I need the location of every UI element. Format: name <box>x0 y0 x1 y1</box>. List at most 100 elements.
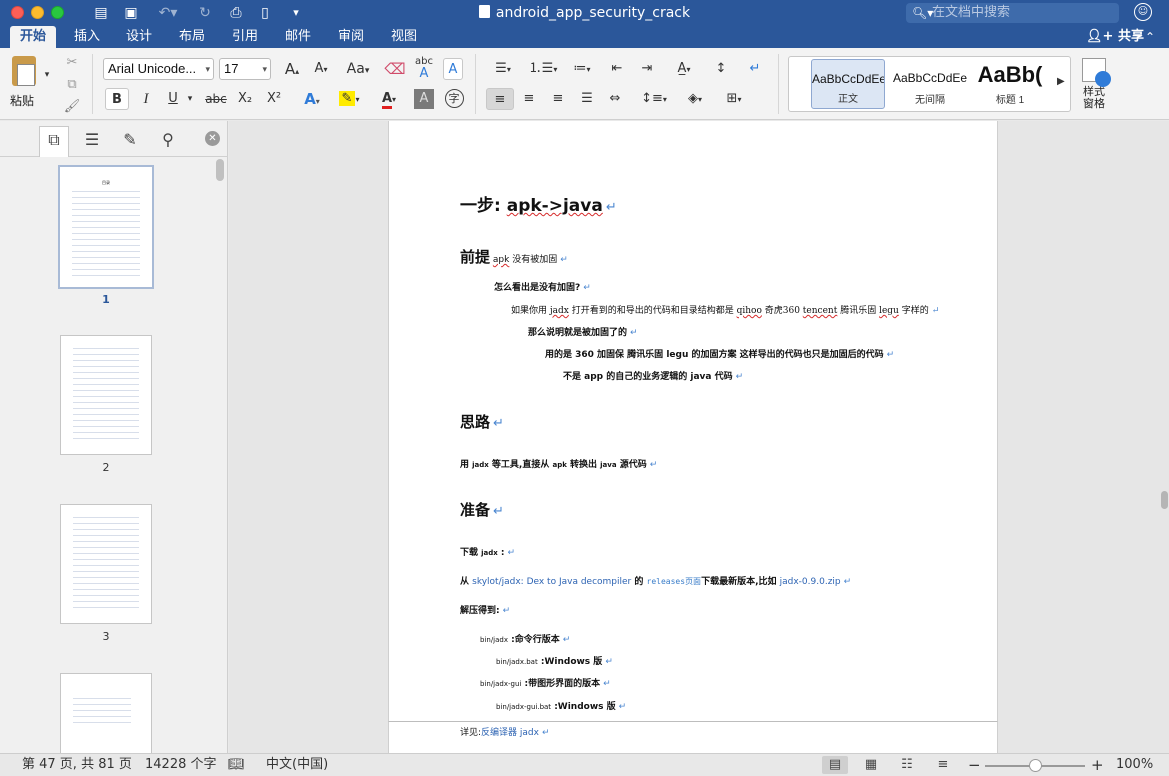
multilevel-list-icon[interactable]: ≔▾ <box>566 58 598 80</box>
tab-home[interactable]: 开始 <box>10 26 56 48</box>
underline-dropdown-icon[interactable]: ▾ <box>184 88 196 110</box>
chevron-down-icon: ▾ <box>553 65 558 74</box>
font-size-select[interactable]: 17 ▾ <box>219 58 271 80</box>
sort-icon[interactable]: A̲▾ <box>666 58 702 80</box>
page-thumbnail-4[interactable] <box>60 673 152 753</box>
tab-insert[interactable]: 插入 <box>66 26 108 48</box>
tab-layout[interactable]: 布局 <box>171 26 213 48</box>
thumbnails-icon[interactable]: ⧉ <box>39 126 69 157</box>
doc-line: 如果你用 jadx 打开看到的和导出的代码和目录结构都是 qihoo 奇虎360… <box>511 304 939 318</box>
line-text: 详见: <box>460 728 482 738</box>
font-name-select[interactable]: Arial Unicode... ▾ <box>103 58 214 80</box>
character-shading-icon[interactable]: A <box>414 89 434 109</box>
italic-button[interactable]: I <box>135 88 157 110</box>
styles-more-icon[interactable]: ▶ <box>1057 76 1065 87</box>
text-box-icon[interactable]: A <box>443 58 463 80</box>
page-thumbnail-1[interactable]: 目录 <box>58 165 154 289</box>
word-count[interactable]: 14228 个字 <box>145 754 217 776</box>
document-scrollbar[interactable] <box>1161 491 1168 509</box>
draft-view-icon[interactable]: ≡ <box>930 756 956 774</box>
increase-indent-icon[interactable]: ⇥ <box>634 58 660 80</box>
tab-design[interactable]: 设计 <box>118 26 160 48</box>
bullets-icon[interactable]: ☰▾ <box>484 58 522 80</box>
share-button[interactable]: 👤︎+ 共享 <box>1086 26 1144 48</box>
tab-view[interactable]: 视图 <box>383 26 425 48</box>
shading-icon[interactable]: ◈▾ <box>678 88 712 110</box>
paste-icon[interactable] <box>12 56 36 86</box>
numbering-icon[interactable]: ⒈☰▾ <box>524 58 562 80</box>
shrink-font-button[interactable]: A▾ <box>308 58 334 80</box>
underline-button[interactable]: U <box>162 88 184 110</box>
text-effects-icon[interactable]: A▾ <box>296 88 328 110</box>
search-input[interactable]: 🔍︎▾ 在文档中搜索 <box>906 3 1119 23</box>
zoom-level[interactable]: 100% <box>1116 754 1153 776</box>
line-text: 的 <box>631 577 647 587</box>
copy-icon[interactable]: ⧉ <box>62 74 82 96</box>
tab-references[interactable]: 引用 <box>224 26 266 48</box>
page-count[interactable]: 第 47 页, 共 81 页 <box>22 754 132 776</box>
page-thumbnail-2[interactable] <box>60 335 152 455</box>
sort-az-icon[interactable]: ↕ <box>708 58 734 80</box>
document-area: 一步: apk->java ↵ 前提 apk 没有被加固 ↵ 怎么看出是没有加固? ↵… <box>229 121 1169 753</box>
collapse-ribbon-icon[interactable]: ⌃ <box>1145 26 1155 48</box>
superscript-button[interactable]: X² <box>262 88 286 110</box>
jadx-zip-link[interactable]: jadx-0.9.0.zip <box>780 577 841 587</box>
borders-icon[interactable]: ⊞▾ <box>716 88 752 110</box>
zoom-slider-thumb[interactable] <box>1029 759 1042 772</box>
align-right-button[interactable]: ≡ <box>545 88 571 110</box>
style-no-spacing[interactable]: AaBbCcDdEe 无间隔 <box>893 59 967 109</box>
navigation-pane: ⧉ ☰ ✎ ⚲ ✕ 目录 1 2 3 <box>0 121 228 753</box>
premise-text-rest: 没有被加固 <box>509 255 558 265</box>
page-thumbnail-3[interactable] <box>60 504 152 624</box>
phonetic-guide-icon[interactable]: 字 <box>442 88 466 110</box>
heading-step-text: 一步: <box>460 196 507 216</box>
thumbnail-lines <box>73 517 106 613</box>
styles-pane-button[interactable]: 样式 窗格 <box>1076 58 1112 110</box>
feedback-smiley-icon[interactable]: ☺ <box>1134 3 1152 21</box>
jadx-article-link[interactable]: 反编译器 jadx <box>481 728 539 738</box>
proofing-icon[interactable]: 📖︎ <box>228 754 245 776</box>
thumbnail-lines <box>106 348 139 444</box>
nav-scrollbar[interactable] <box>216 159 224 181</box>
grow-font-button[interactable]: A▴ <box>278 58 306 80</box>
bold-button[interactable]: B <box>105 88 129 110</box>
clear-formatting-icon[interactable]: ⌫ <box>382 58 408 80</box>
nav-search-icon[interactable]: ⚲ <box>153 127 183 153</box>
style-normal[interactable]: AaBbCcDdEe 正文 <box>811 59 885 109</box>
document-page[interactable]: 一步: apk->java ↵ 前提 apk 没有被加固 ↵ 怎么看出是没有加固? ↵… <box>388 121 998 721</box>
comments-icon[interactable]: ✎ <box>115 127 145 153</box>
tab-mailings[interactable]: 邮件 <box>277 26 319 48</box>
decrease-indent-icon[interactable]: ⇤ <box>604 58 630 80</box>
spell-check-button[interactable]: abc A <box>411 56 437 80</box>
cut-icon[interactable]: ✂ <box>62 52 82 74</box>
font-color-icon[interactable]: A▾ <box>372 88 406 110</box>
doc-line: 不是 app 的自己的业务逻辑的 java 代码 ↵ <box>563 370 743 384</box>
web-layout-view-icon[interactable]: ▦ <box>858 756 884 774</box>
zoom-out-icon[interactable]: − <box>968 754 981 776</box>
paste-dropdown-icon[interactable]: ▾ <box>42 64 52 86</box>
line-text: 等工具,直接从 <box>488 460 553 470</box>
jadx-repo-link[interactable]: skylot/jadx: Dex to Java decompiler <box>472 577 631 587</box>
document-map-icon[interactable]: ☰ <box>77 127 107 153</box>
align-left-button[interactable]: ≡ <box>486 88 514 110</box>
format-painter-icon[interactable]: 🖌︎ <box>62 96 82 118</box>
releases-link[interactable]: releases页面 <box>647 577 702 586</box>
align-center-button[interactable]: ≡ <box>516 88 542 110</box>
line-spacing-icon[interactable]: ↕≡▾ <box>636 88 672 110</box>
strikethrough-button[interactable]: abc <box>201 88 231 110</box>
style-heading-1[interactable]: AaBb( 标题 1 <box>973 59 1047 109</box>
subscript-button[interactable]: X₂ <box>233 88 257 110</box>
zoom-in-icon[interactable]: + <box>1091 754 1104 776</box>
change-case-button[interactable]: Aa▾ <box>340 58 376 80</box>
nav-toolbar: ⧉ ☰ ✎ ⚲ ✕ <box>0 121 228 157</box>
tab-review[interactable]: 审阅 <box>330 26 372 48</box>
show-formatting-marks-icon[interactable]: ↵ <box>742 58 768 80</box>
language-indicator[interactable]: 中文(中国) <box>266 754 328 776</box>
close-pane-icon[interactable]: ✕ <box>205 131 220 146</box>
print-layout-view-icon[interactable]: ▤ <box>822 756 848 774</box>
document-page-next[interactable]: 详见:反编译器 jadx ↵ <box>388 721 998 753</box>
outline-view-icon[interactable]: ☷ <box>894 756 920 774</box>
justify-button[interactable]: ☰ <box>574 88 600 110</box>
highlight-icon[interactable]: ✎ ▾ <box>332 88 366 110</box>
distributed-icon[interactable]: ⇔ <box>602 88 628 110</box>
